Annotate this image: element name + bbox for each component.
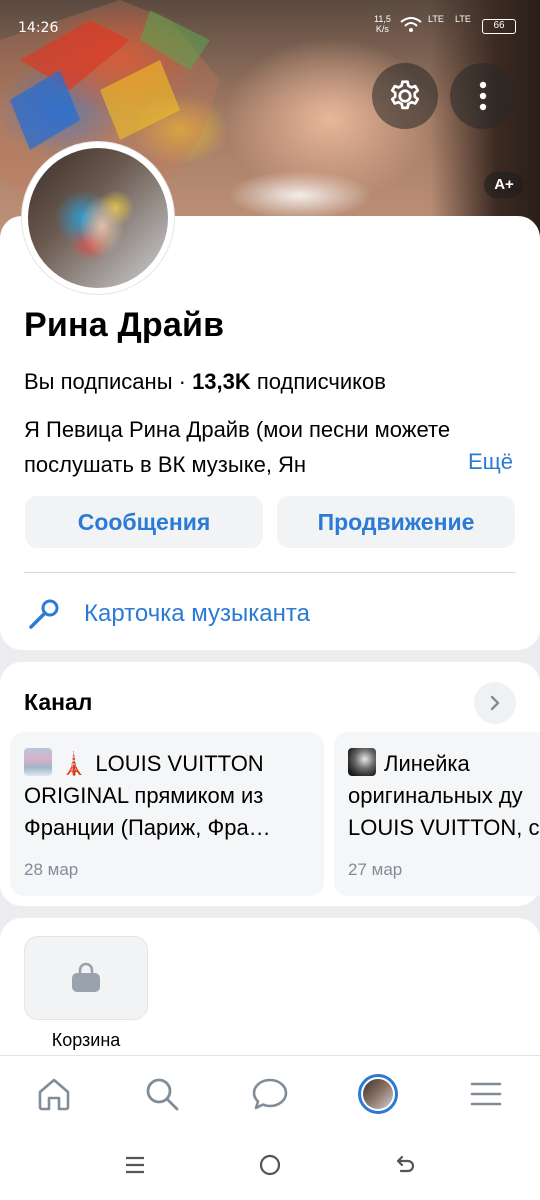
post-line: оригинальных ду (348, 783, 523, 808)
channel-post[interactable]: 🗼 LOUIS VUITTON ORIGINAL прямиком из Фран… (10, 732, 324, 896)
circle-home-icon (259, 1154, 281, 1176)
nav-menu[interactable] (462, 1070, 510, 1118)
cart-label: Корзина (51, 1030, 121, 1050)
followers-count: 13,3K (192, 369, 251, 394)
post-line: ORIGINAL прямиком из (24, 783, 264, 808)
about-fade (392, 448, 462, 482)
post-thumbnail (348, 748, 376, 776)
gear-icon (390, 80, 420, 110)
profile-about: Я Певица Рина Драйв (мои песни можете по… (24, 417, 451, 477)
status-bar: 14:26 11,5 K/s LTE LTE 66 (0, 0, 540, 50)
nav-messages[interactable] (246, 1070, 294, 1118)
cart-button[interactable] (24, 936, 148, 1020)
nav-avatar (358, 1074, 398, 1114)
post-thumbnail (24, 748, 52, 776)
font-size-button[interactable]: A+ (484, 172, 524, 198)
back-arrow-icon (396, 1155, 415, 1173)
promotion-button[interactable]: Продвижение (277, 496, 515, 548)
nav-search[interactable] (138, 1070, 186, 1118)
chat-bubble-icon (252, 1078, 288, 1110)
nav-profile[interactable] (354, 1070, 402, 1118)
home-system-button[interactable] (255, 1150, 285, 1180)
messages-button[interactable]: Сообщения (25, 496, 263, 548)
musician-card-label: Карточка музыканта (84, 600, 310, 627)
post-line: Линейка (384, 751, 470, 776)
post-date: 28 мар (24, 860, 79, 879)
recent-apps-button[interactable] (120, 1150, 150, 1180)
home-icon (38, 1078, 70, 1111)
search-icon (146, 1078, 179, 1111)
avatar-image (28, 148, 168, 288)
battery-icon: 66 (482, 19, 516, 34)
about-more-link[interactable]: Ещё (468, 449, 513, 475)
recent-apps-icon (126, 1156, 144, 1174)
followers-label: подписчиков (250, 369, 386, 394)
hamburger-icon (470, 1082, 502, 1106)
post-line: Франции (Париж, Фра… (24, 815, 271, 840)
bottom-navigation (0, 1055, 540, 1130)
channel-post[interactable]: Линейка оригинальных ду LOUIS VUITTON, с… (334, 732, 540, 896)
microphone-icon (29, 599, 59, 629)
nav-home[interactable] (30, 1070, 78, 1118)
wifi-icon (400, 17, 422, 32)
back-system-button[interactable] (390, 1150, 420, 1180)
signal-lte-1: LTE (428, 14, 444, 24)
signal-lte-2: LTE (455, 14, 471, 24)
profile-avatar[interactable] (22, 142, 174, 294)
post-line: LOUIS VUITTON, с (348, 815, 540, 840)
shopping-bag-icon (72, 962, 100, 992)
profile-name: Рина Драйв (24, 306, 225, 344)
eiffel-tower-icon: 🗼 (60, 751, 88, 776)
divider (24, 572, 516, 573)
channel-open-button[interactable] (474, 682, 516, 724)
system-navigation-bar (0, 1130, 540, 1200)
post-line: LOUIS VUITTON (95, 751, 264, 776)
more-vertical-icon (479, 81, 487, 111)
chevron-right-icon (490, 695, 500, 711)
post-date: 27 мар (348, 860, 403, 879)
settings-button[interactable] (372, 63, 438, 129)
musician-card-link[interactable]: Карточка музыканта (24, 590, 516, 638)
net-speed: 11,5 K/s (374, 14, 391, 34)
status-time: 14:26 (18, 20, 59, 36)
subscribed-status: Вы подписаны · (24, 369, 193, 394)
channel-title[interactable]: Канал (24, 689, 92, 716)
more-options-button[interactable] (450, 63, 516, 129)
subscription-line[interactable]: Вы подписаны · 13,3K подписчиков (24, 369, 386, 395)
